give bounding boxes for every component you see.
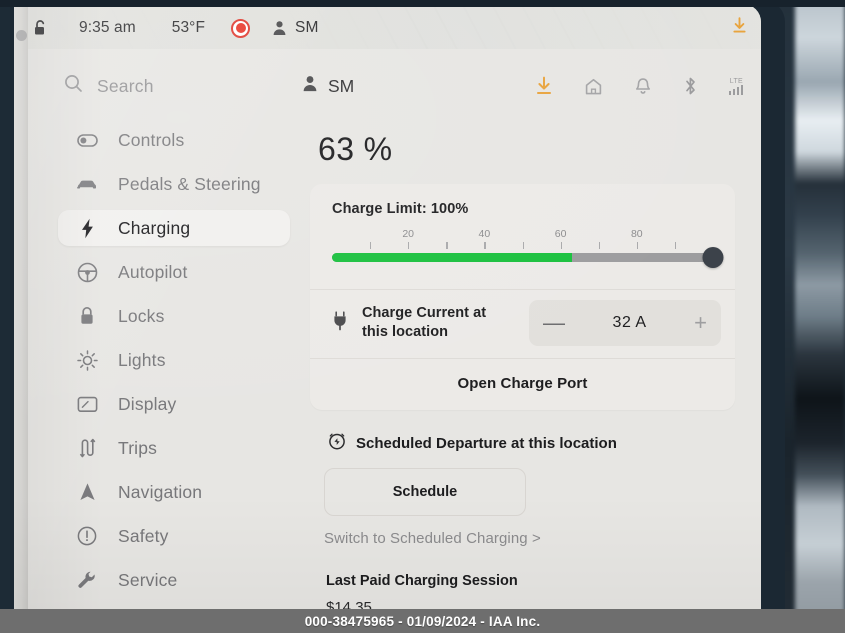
header-icon-group: LTE [535,76,743,96]
last-session-title: Last Paid Charging Session [326,573,518,589]
sidebar-item-label: Pedals & Steering [118,173,261,194]
slider-tick-label: 40 [478,228,491,240]
slider-tick-label: 20 [402,228,415,240]
charge-limit-section: Charge Limit: 100% 20 40 60 80 [310,184,735,289]
trips-route-icon [76,438,98,458]
profile-name: SM [328,75,355,96]
charge-plug-icon [332,310,348,336]
download-arrow-icon[interactable] [535,76,553,96]
sidebar-item-label: Display [118,393,177,414]
app-header: Search SM LTE [14,66,761,128]
sidebar-item-charging[interactable]: Charging [58,210,290,246]
status-bar: 9:35 am 53°F SM [14,8,761,48]
status-profile-name[interactable]: SM [295,19,318,37]
display-icon [76,396,98,413]
search-placeholder: Search [97,75,154,96]
steering-wheel-icon [76,262,98,283]
background-outdoor-scene [795,0,845,633]
bluetooth-icon[interactable] [683,76,698,96]
charge-limit-card: Charge Limit: 100% 20 40 60 80 Charge Cu… [310,184,735,410]
charge-limit-label: Charge Limit: 100% [332,201,469,217]
sidebar-item-locks[interactable]: Locks [58,298,290,334]
charge-current-row: Charge Current at this location — 32 A + [310,290,735,358]
sidebar-item-safety[interactable]: Safety [58,518,290,554]
sidebar-item-label: Service [118,569,178,590]
status-time: 9:35 am [79,19,136,36]
profile-button[interactable]: SM [302,75,354,97]
clock-departure-icon [328,432,346,454]
settings-sidebar: Controls Pedals & Steering Charging Auto… [58,122,290,633]
slider-ticks: 20 40 60 80 [332,227,713,249]
record-dot-icon[interactable] [231,18,251,38]
sidebar-item-navigation[interactable]: Navigation [58,474,290,510]
slider-knob[interactable] [702,247,724,268]
sidebar-item-label: Controls [118,129,185,150]
slider-tick-label: 60 [554,228,567,240]
increase-current-button[interactable]: + [694,312,707,334]
charge-current-stepper[interactable]: — 32 A + [529,300,721,346]
slider-track[interactable] [332,247,724,268]
sidebar-item-label: Trips [118,437,157,458]
car-icon [76,178,98,191]
unlocked-padlock-icon[interactable] [32,19,49,37]
person-icon [302,75,318,97]
search-input[interactable]: Search [64,74,154,98]
sidebar-item-autopilot[interactable]: Autopilot [58,254,290,290]
charge-limit-slider[interactable]: 20 40 60 80 [332,227,724,269]
watermark-text: 000-38475965 - 01/09/2024 - IAA Inc. [304,613,541,629]
sidebar-item-label: Autopilot [118,261,188,282]
sidebar-item-label: Navigation [118,481,203,502]
exclamation-circle-icon [76,526,98,546]
home-icon[interactable] [584,77,603,96]
sidebar-item-label: Locks [118,305,165,326]
sun-lights-icon [76,349,98,371]
toggle-switch-icon [76,133,98,147]
charging-panel: 63 % Charge Limit: 100% 20 40 60 80 Char… [310,122,750,633]
sidebar-item-pedals-steering[interactable]: Pedals & Steering [58,166,290,202]
navigation-arrow-icon [76,482,98,502]
lightning-bolt-icon [76,218,98,239]
sidebar-item-label: Charging [118,217,191,238]
lte-signal-icon: LTE [728,78,743,95]
photo-scene: 9:35 am 53°F SM Search SM LTE Controls P… [0,0,845,633]
sidebar-item-label: Lights [118,349,166,370]
decrease-current-button[interactable]: — [543,312,565,334]
slider-tick-label: 80 [630,228,643,240]
wrench-icon [76,570,98,590]
scheduled-departure-label: Scheduled Departure at this location [356,434,617,452]
watermark-bar: 000-38475965 - 01/09/2024 - IAA Inc. [0,609,845,633]
schedule-button[interactable]: Schedule [324,468,526,516]
signal-bars-icon [728,84,743,95]
sidebar-item-trips[interactable]: Trips [58,430,290,466]
open-charge-port-button[interactable]: Open Charge Port [310,359,735,410]
charge-current-label-line1: Charge Current at [362,304,487,321]
top-dark-strip [0,0,845,7]
person-icon [272,20,287,36]
sidebar-item-lights[interactable]: Lights [58,342,290,378]
charge-current-label-line2: this location [362,324,449,340]
charge-current-value: 32 A [612,314,647,331]
padlock-icon [76,306,98,326]
bell-icon[interactable] [634,77,652,96]
status-download-arrow-icon[interactable] [732,17,747,39]
battery-percent: 63 % [318,131,393,167]
tesla-touchscreen: 9:35 am 53°F SM Search SM LTE Controls P… [14,4,761,633]
scheduled-departure-heading: Scheduled Departure at this location [328,432,750,454]
sidebar-item-service[interactable]: Service [58,562,290,598]
sidebar-item-label: Safety [118,525,169,546]
status-temperature: 53°F [171,19,206,36]
slider-fill [332,253,573,262]
switch-to-scheduled-charging-link[interactable]: Switch to Scheduled Charging > [324,530,750,547]
sidebar-item-display[interactable]: Display [58,386,290,422]
search-icon [64,74,83,98]
